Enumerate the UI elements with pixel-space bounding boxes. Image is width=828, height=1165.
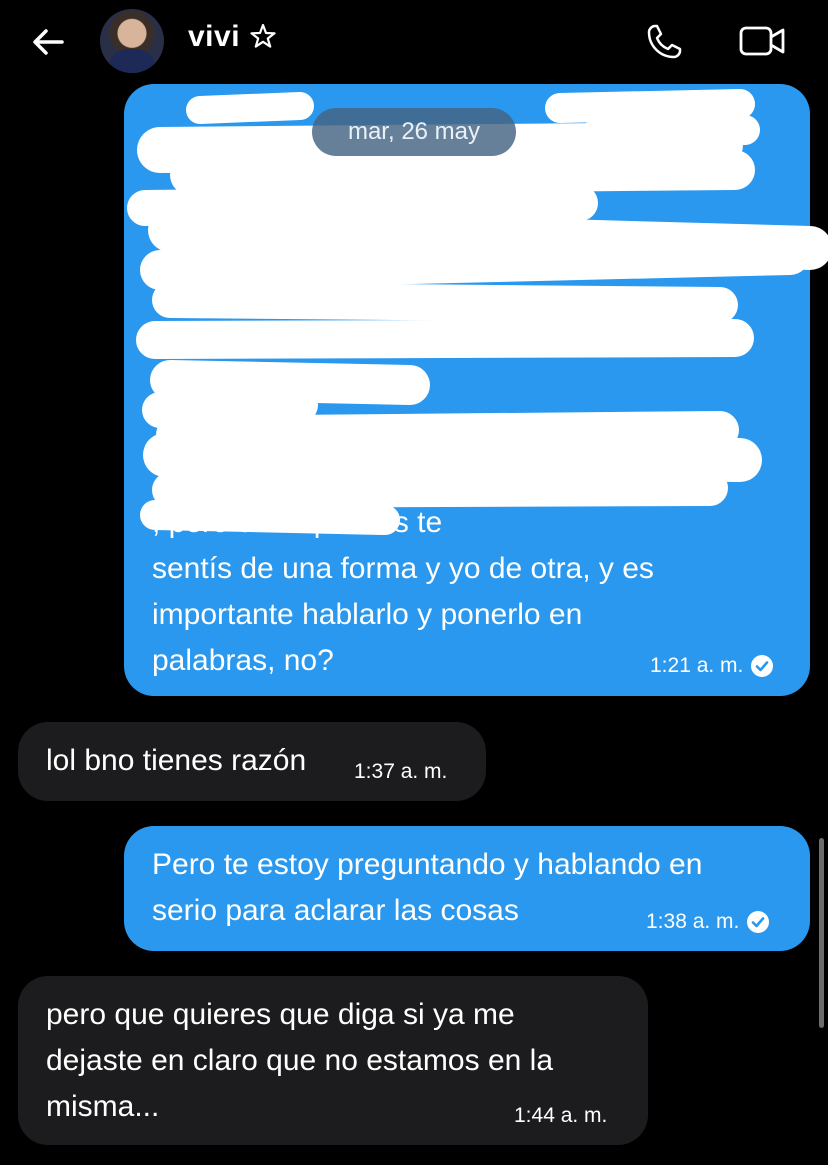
message-time: 1:37 a. m. (354, 760, 448, 783)
message-time: 1:44 a. m. (514, 1104, 608, 1127)
read-check-icon (747, 911, 770, 933)
message-meta: 1:38 a. m. (646, 910, 770, 934)
message-time: 1:38 a. m. (646, 910, 740, 933)
outgoing-message[interactable]: Pero te estoy preguntando y hablando en … (124, 826, 810, 951)
scrollbar[interactable] (819, 838, 824, 1028)
incoming-message[interactable]: lol bno tienes razón 1:37 a. m. (18, 722, 486, 801)
date-separator: mar, 26 may (312, 108, 516, 156)
message-text: lol bno tienes razón (46, 744, 307, 777)
incoming-message[interactable]: pero que quieres que diga si ya me dejas… (18, 976, 648, 1145)
